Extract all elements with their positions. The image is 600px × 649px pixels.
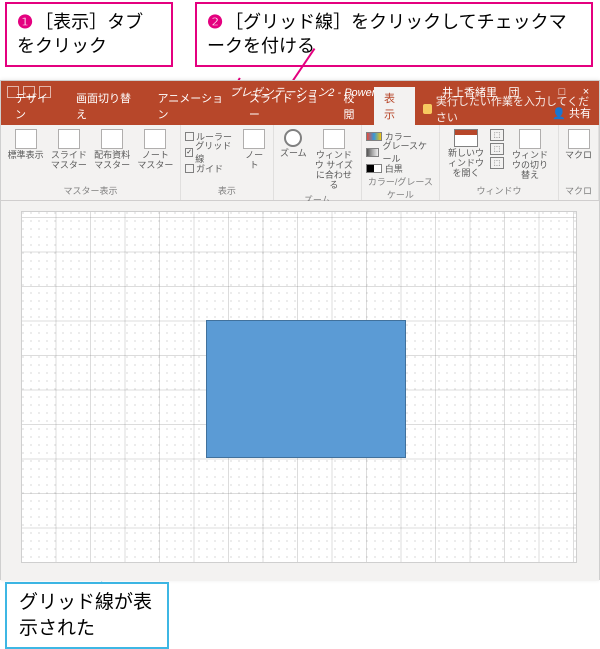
- btn-new-window[interactable]: 新しいウィンドウを開く: [444, 127, 488, 181]
- switch-icon: [519, 129, 541, 149]
- group-show: ルーラー ✓グリッド線 ガイド ノート 表示: [181, 125, 274, 200]
- share-icon: 👤: [552, 108, 566, 120]
- btn-slide-master-label: スライド マスター: [50, 151, 87, 171]
- checkbox-icon: [185, 164, 194, 173]
- notes-pane-icon: [243, 129, 265, 149]
- callout-3: グリッド線が表示された: [5, 582, 169, 649]
- group-macros-label: マクロ: [563, 184, 594, 198]
- group-macros: マクロ マクロ: [559, 125, 599, 200]
- btn-switch-label: ウィンドウの切り替え: [508, 151, 552, 181]
- callout-1-text: ［表示］タブをクリック: [17, 12, 143, 56]
- group-window: 新しいウィンドウを開く ⬚ ⬚ ⬚ ウィンドウの切り替え ウィンドウ: [440, 125, 559, 200]
- btn-notes-label: ノート: [241, 151, 266, 171]
- group-master-views: 標準表示 スライド マスター 配布資料 マスター ノート マスター マスター表示: [1, 125, 181, 200]
- btn-handout-label: 配布資料 マスター: [94, 151, 131, 171]
- powerpoint-window: プレゼンテーション2 - PowerPoint 井上香緒里 団 − □ × デザ…: [0, 80, 600, 580]
- btn-notes[interactable]: ノート: [239, 127, 268, 173]
- tab-slideshow[interactable]: スライド ショー: [239, 87, 334, 125]
- opt-bw[interactable]: 白黒: [366, 161, 435, 175]
- btn-zoom[interactable]: ズーム: [278, 127, 309, 161]
- btn-normal-label: 標準表示: [8, 151, 44, 161]
- chk-guides-label: ガイド: [196, 162, 223, 175]
- tab-animations[interactable]: アニメーション: [148, 87, 239, 125]
- bw-icon: [366, 164, 382, 173]
- callout-3-text: グリッド線が表示された: [19, 592, 152, 639]
- tab-design[interactable]: デザイン: [5, 87, 66, 125]
- tab-transitions[interactable]: 画面切り替え: [66, 87, 148, 125]
- btn-new-window-label: 新しいウィンドウを開く: [446, 149, 486, 179]
- new-window-icon: [454, 129, 478, 147]
- chk-gridlines[interactable]: ✓グリッド線: [185, 145, 235, 159]
- callout-2-num: ❷: [207, 12, 223, 32]
- btn-zoom-label: ズーム: [280, 149, 307, 159]
- callout-1: ❶［表示］タブをクリック: [5, 2, 173, 67]
- btn-fit-label: ウィンドウ サイズに合わせる: [313, 151, 355, 191]
- fit-icon: [323, 129, 345, 149]
- zoom-icon: [284, 129, 302, 147]
- callout-2: ❷［グリッド線］をクリックしてチェックマークを付ける: [195, 2, 593, 67]
- cascade-icon[interactable]: ⬚: [490, 143, 504, 155]
- callout-2-text: ［グリッド線］をクリックしてチェックマークを付ける: [207, 12, 567, 56]
- arrange-icon[interactable]: ⬚: [490, 129, 504, 141]
- notes-icon: [144, 129, 166, 149]
- group-window-label: ウィンドウ: [444, 184, 554, 198]
- slide[interactable]: [21, 211, 577, 563]
- callout-1-num: ❶: [17, 12, 33, 32]
- handout-icon: [101, 129, 123, 149]
- slide-area[interactable]: [1, 201, 599, 581]
- group-master-label: マスター表示: [5, 184, 176, 198]
- color-icon: [366, 132, 382, 141]
- ribbon-tabs: デザイン 画面切り替え アニメーション スライド ショー 校閲 表示 実行したい…: [1, 103, 599, 125]
- btn-slide-master[interactable]: スライド マスター: [48, 127, 89, 173]
- btn-macros[interactable]: マクロ: [563, 127, 594, 163]
- checkbox-icon: ✓: [185, 148, 193, 157]
- ribbon: 標準表示 スライド マスター 配布資料 マスター ノート マスター マスター表示…: [1, 125, 599, 201]
- btn-normal-view[interactable]: 標準表示: [5, 127, 46, 163]
- split-icon[interactable]: ⬚: [490, 157, 504, 169]
- btn-notes-label: ノート マスター: [137, 151, 174, 171]
- btn-notes-master[interactable]: ノート マスター: [135, 127, 176, 173]
- view-icon: [15, 129, 37, 149]
- group-color: カラー グレースケール 白黒 カラー/グレースケール: [362, 125, 440, 200]
- group-show-label: 表示: [185, 184, 269, 198]
- chk-guides[interactable]: ガイド: [185, 161, 235, 175]
- group-zoom: ズーム ウィンドウ サイズに合わせる ズーム: [274, 125, 362, 200]
- master-icon: [58, 129, 80, 149]
- share-button[interactable]: 👤 共有: [552, 105, 591, 121]
- btn-macros-label: マクロ: [565, 151, 592, 161]
- opt-bw-label: 白黒: [385, 162, 403, 175]
- share-label: 共有: [569, 108, 591, 120]
- btn-fit-window[interactable]: ウィンドウ サイズに合わせる: [311, 127, 357, 193]
- macro-icon: [568, 129, 590, 149]
- grayscale-icon: [366, 148, 380, 157]
- tab-review[interactable]: 校閲: [334, 87, 375, 125]
- checkbox-icon: [185, 132, 194, 141]
- btn-handout-master[interactable]: 配布資料 マスター: [92, 127, 133, 173]
- group-color-label: カラー/グレースケール: [366, 175, 435, 202]
- opt-grayscale[interactable]: グレースケール: [366, 145, 435, 159]
- tab-view[interactable]: 表示: [374, 87, 415, 125]
- btn-switch-windows[interactable]: ウィンドウの切り替え: [506, 127, 554, 183]
- rectangle-shape[interactable]: [206, 320, 406, 458]
- bulb-icon: [423, 104, 432, 114]
